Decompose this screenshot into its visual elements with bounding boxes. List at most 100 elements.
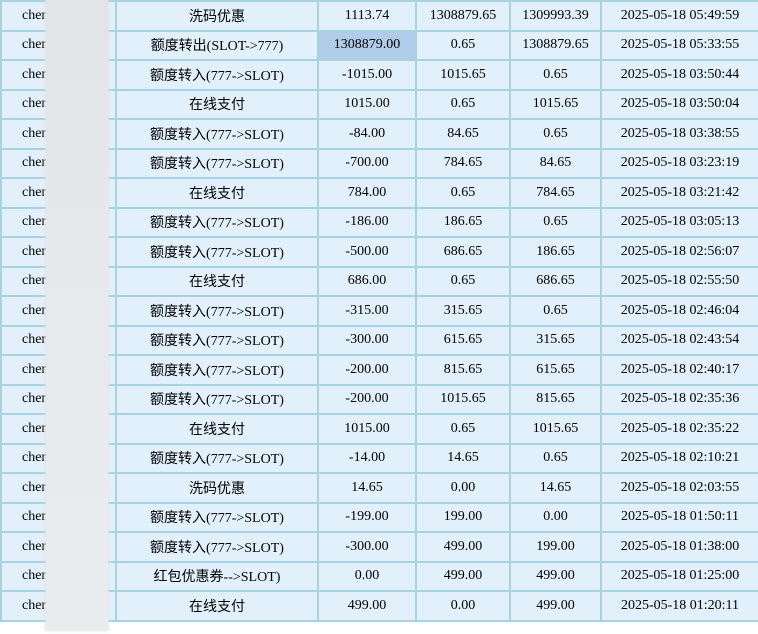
timestamp-cell: 2025-05-18 02:43:54 [600,324,758,356]
balance-after-cell: 1309993.39 [509,0,602,32]
timestamp-cell: 2025-05-18 03:23:19 [600,147,758,179]
balance-before-cell: 315.65 [415,295,511,327]
timestamp-cell: 2025-05-18 03:50:04 [600,88,758,120]
transaction-type-cell: 额度转入(777->SLOT) [115,295,319,327]
balance-before-cell: 0.65 [415,29,511,61]
amount-cell: -14.00 [317,442,417,474]
amount-cell: -500.00 [317,236,417,268]
amount-cell: -200.00 [317,354,417,386]
transaction-type-cell: 在线支付 [115,177,319,209]
balance-before-cell: 0.00 [415,590,511,622]
table-row[interactable]: chen 在线支付 784.00 0.65 784.65 2025-05-18 … [0,177,758,209]
balance-after-cell: 499.00 [509,590,602,622]
balance-before-cell: 186.65 [415,206,511,238]
timestamp-cell: 2025-05-18 05:33:55 [600,29,758,61]
table-row[interactable]: chen 额度转入(777->SLOT) -200.00 815.65 615.… [0,354,758,386]
timestamp-cell: 2025-05-18 02:10:21 [600,442,758,474]
timestamp-cell: 2025-05-18 01:20:11 [600,590,758,622]
table-row[interactable]: chen 额度转入(777->SLOT) -1015.00 1015.65 0.… [0,59,758,91]
balance-before-cell: 0.65 [415,413,511,445]
balance-before-cell: 1308879.65 [415,0,511,32]
amount-cell: -700.00 [317,147,417,179]
transaction-type-cell: 额度转入(777->SLOT) [115,118,319,150]
table-row[interactable]: chen 在线支付 686.00 0.65 686.65 2025-05-18 … [0,265,758,297]
amount-cell: 784.00 [317,177,417,209]
balance-before-cell: 0.00 [415,472,511,504]
table-row[interactable]: chen 额度转入(777->SLOT) -315.00 315.65 0.65… [0,295,758,327]
table-row[interactable]: chen 在线支付 1015.00 0.65 1015.65 2025-05-1… [0,413,758,445]
table-row[interactable]: chen 额度转入(777->SLOT) -84.00 84.65 0.65 2… [0,118,758,150]
transaction-type-cell: 额度转入(777->SLOT) [115,531,319,563]
balance-after-cell: 1015.65 [509,413,602,445]
table-row[interactable]: chen 额度转入(777->SLOT) -186.00 186.65 0.65… [0,206,758,238]
amount-cell-selected[interactable]: 1308879.00 [317,29,417,61]
balance-after-cell: 815.65 [509,383,602,415]
balance-after-cell: 0.00 [509,501,602,533]
transaction-type-cell: 额度转入(777->SLOT) [115,442,319,474]
table-row[interactable]: chen 在线支付 499.00 0.00 499.00 2025-05-18 … [0,590,758,622]
transactions-table-body: chen 洗码优惠 1113.74 1308879.65 1309993.39 … [0,0,758,622]
balance-after-cell: 186.65 [509,236,602,268]
balance-after-cell: 499.00 [509,560,602,592]
transaction-type-cell: 额度转出(SLOT->777) [115,29,319,61]
transactions-table: chen 洗码优惠 1113.74 1308879.65 1309993.39 … [0,0,758,622]
transaction-type-cell: 洗码优惠 [115,0,319,32]
balance-after-cell: 14.65 [509,472,602,504]
amount-cell: 1113.74 [317,0,417,32]
balance-after-cell: 1308879.65 [509,29,602,61]
amount-cell: -84.00 [317,118,417,150]
amount-cell: 14.65 [317,472,417,504]
balance-before-cell: 499.00 [415,531,511,563]
table-row[interactable]: chen 额度转入(777->SLOT) -14.00 14.65 0.65 2… [0,442,758,474]
table-row[interactable]: chen 红包优惠券-->SLOT) 0.00 499.00 499.00 20… [0,560,758,592]
amount-cell: -199.00 [317,501,417,533]
transaction-type-cell: 在线支付 [115,413,319,445]
amount-cell: -1015.00 [317,59,417,91]
balance-before-cell: 615.65 [415,324,511,356]
transaction-type-cell: 额度转入(777->SLOT) [115,206,319,238]
table-row[interactable]: chen 洗码优惠 14.65 0.00 14.65 2025-05-18 02… [0,472,758,504]
table-row[interactable]: chen 额度转入(777->SLOT) -300.00 499.00 199.… [0,531,758,563]
balance-after-cell: 784.65 [509,177,602,209]
balance-before-cell: 686.65 [415,236,511,268]
timestamp-cell: 2025-05-18 02:40:17 [600,354,758,386]
table-row[interactable]: chen 额度转入(777->SLOT) -200.00 1015.65 815… [0,383,758,415]
transaction-type-cell: 洗码优惠 [115,472,319,504]
timestamp-cell: 2025-05-18 03:50:44 [600,59,758,91]
table-row[interactable]: chen 洗码优惠 1113.74 1308879.65 1309993.39 … [0,0,758,32]
amount-cell: 686.00 [317,265,417,297]
timestamp-cell: 2025-05-18 02:55:50 [600,265,758,297]
table-row[interactable]: chen 额度转入(777->SLOT) -500.00 686.65 186.… [0,236,758,268]
balance-after-cell: 1015.65 [509,88,602,120]
timestamp-cell: 2025-05-18 05:49:59 [600,0,758,32]
balance-after-cell: 315.65 [509,324,602,356]
amount-cell: -300.00 [317,531,417,563]
timestamp-cell: 2025-05-18 02:35:36 [600,383,758,415]
timestamp-cell: 2025-05-18 02:46:04 [600,295,758,327]
amount-cell: 0.00 [317,560,417,592]
table-row[interactable]: chen 额度转入(777->SLOT) -300.00 615.65 315.… [0,324,758,356]
timestamp-cell: 2025-05-18 02:35:22 [600,413,758,445]
table-row[interactable]: chen 额度转入(777->SLOT) -700.00 784.65 84.6… [0,147,758,179]
table-row[interactable]: chen 在线支付 1015.00 0.65 1015.65 2025-05-1… [0,88,758,120]
transaction-type-cell: 额度转入(777->SLOT) [115,383,319,415]
balance-after-cell: 615.65 [509,354,602,386]
amount-cell: -300.00 [317,324,417,356]
balance-after-cell: 0.65 [509,295,602,327]
balance-before-cell: 0.65 [415,177,511,209]
transaction-type-cell: 额度转入(777->SLOT) [115,324,319,356]
timestamp-cell: 2025-05-18 03:38:55 [600,118,758,150]
transaction-type-cell: 额度转入(777->SLOT) [115,236,319,268]
timestamp-cell: 2025-05-18 03:21:42 [600,177,758,209]
amount-cell: -186.00 [317,206,417,238]
amount-cell: 1015.00 [317,413,417,445]
balance-before-cell: 14.65 [415,442,511,474]
username-redaction-overlay [46,0,108,630]
table-row[interactable]: chen 额度转入(777->SLOT) -199.00 199.00 0.00… [0,501,758,533]
balance-before-cell: 199.00 [415,501,511,533]
balance-before-cell: 0.65 [415,265,511,297]
timestamp-cell: 2025-05-18 02:03:55 [600,472,758,504]
table-row[interactable]: chen 额度转出(SLOT->777) 1308879.00 0.65 130… [0,29,758,61]
balance-after-cell: 0.65 [509,442,602,474]
amount-cell: 499.00 [317,590,417,622]
